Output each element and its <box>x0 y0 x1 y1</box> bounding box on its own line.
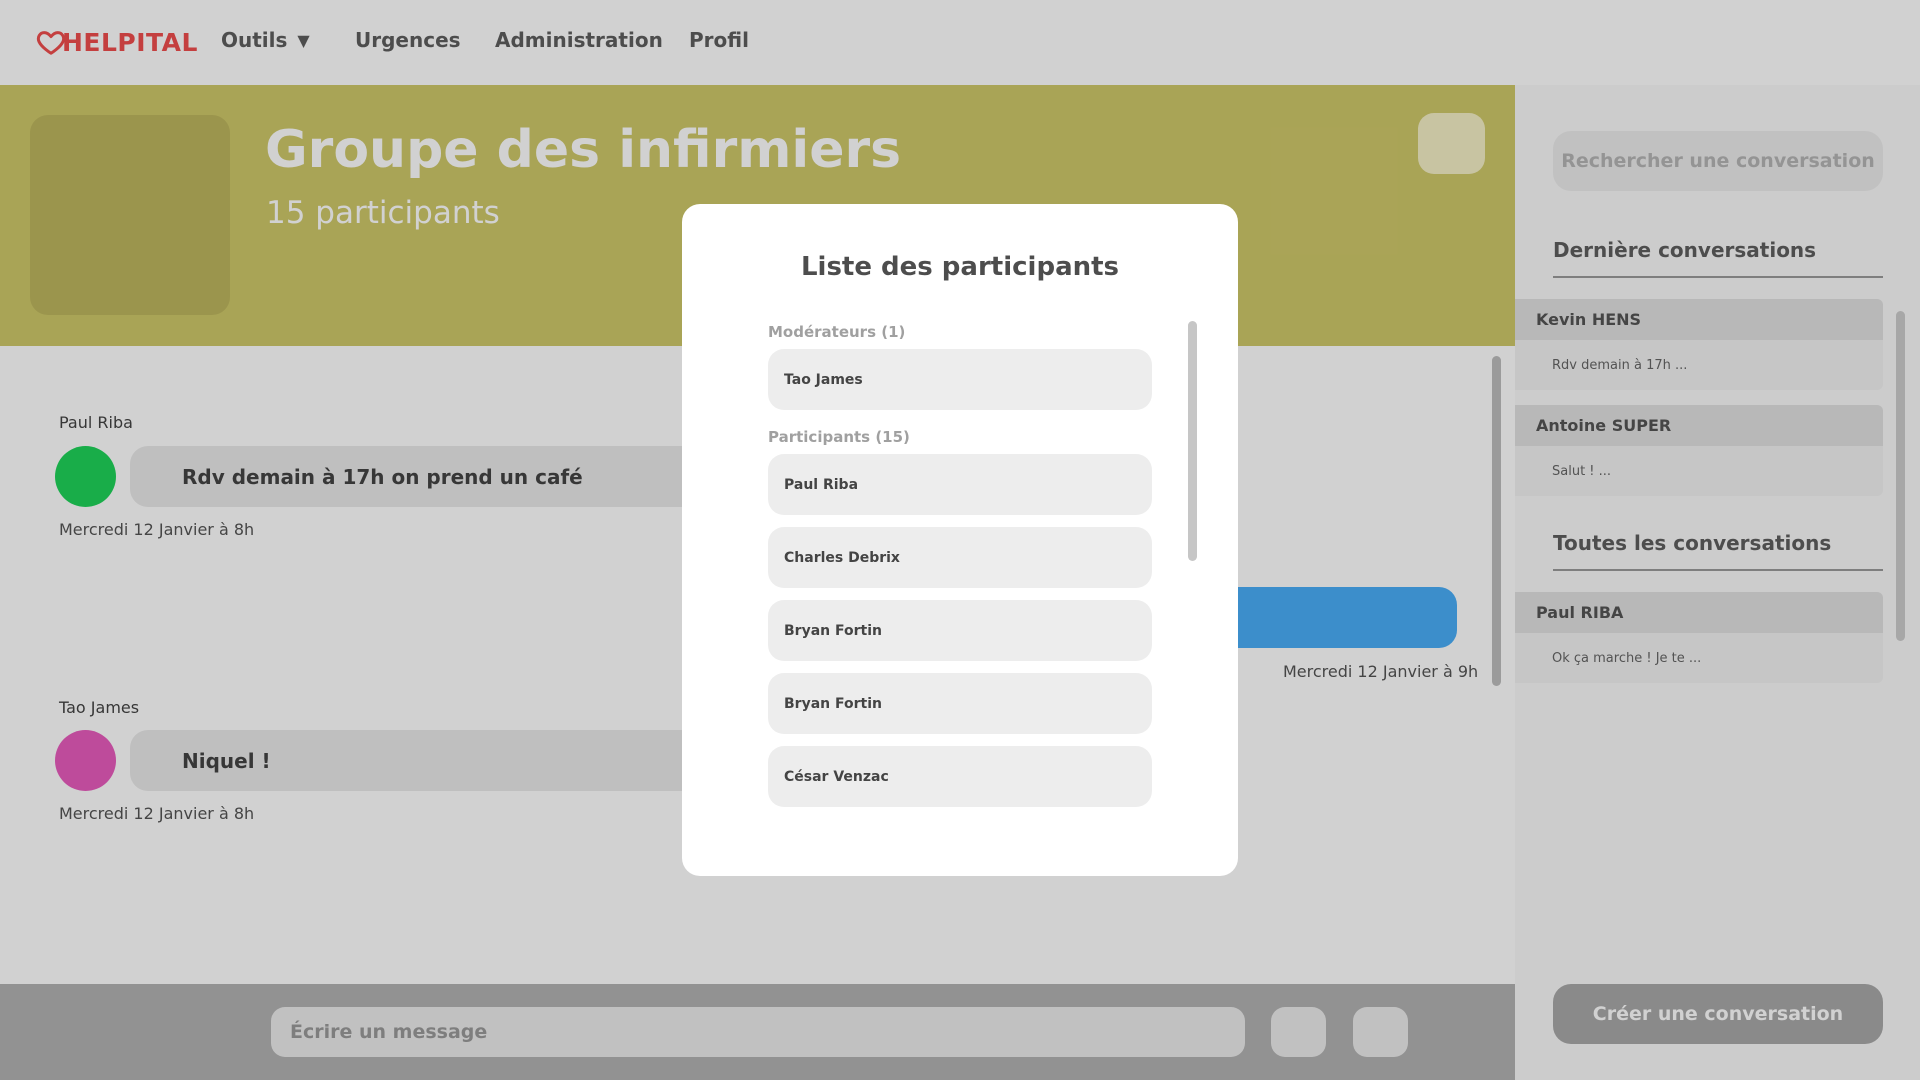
participant-item[interactable]: Bryan Fortin <box>768 600 1152 661</box>
participants-heading: Participants (15) <box>768 428 910 446</box>
participant-item[interactable]: Bryan Fortin <box>768 673 1152 734</box>
participant-item[interactable]: Charles Debrix <box>768 527 1152 588</box>
participant-item[interactable]: Paul Riba <box>768 454 1152 515</box>
moderator-item[interactable]: Tao James <box>768 349 1152 410</box>
participants-modal: Liste des participants Modérateurs (1) T… <box>682 204 1238 876</box>
moderators-heading: Modérateurs (1) <box>768 323 906 341</box>
participant-item[interactable]: César Venzac <box>768 746 1152 807</box>
modal-title: Liste des participants <box>800 252 1120 282</box>
modal-scrollbar[interactable] <box>1188 321 1197 561</box>
